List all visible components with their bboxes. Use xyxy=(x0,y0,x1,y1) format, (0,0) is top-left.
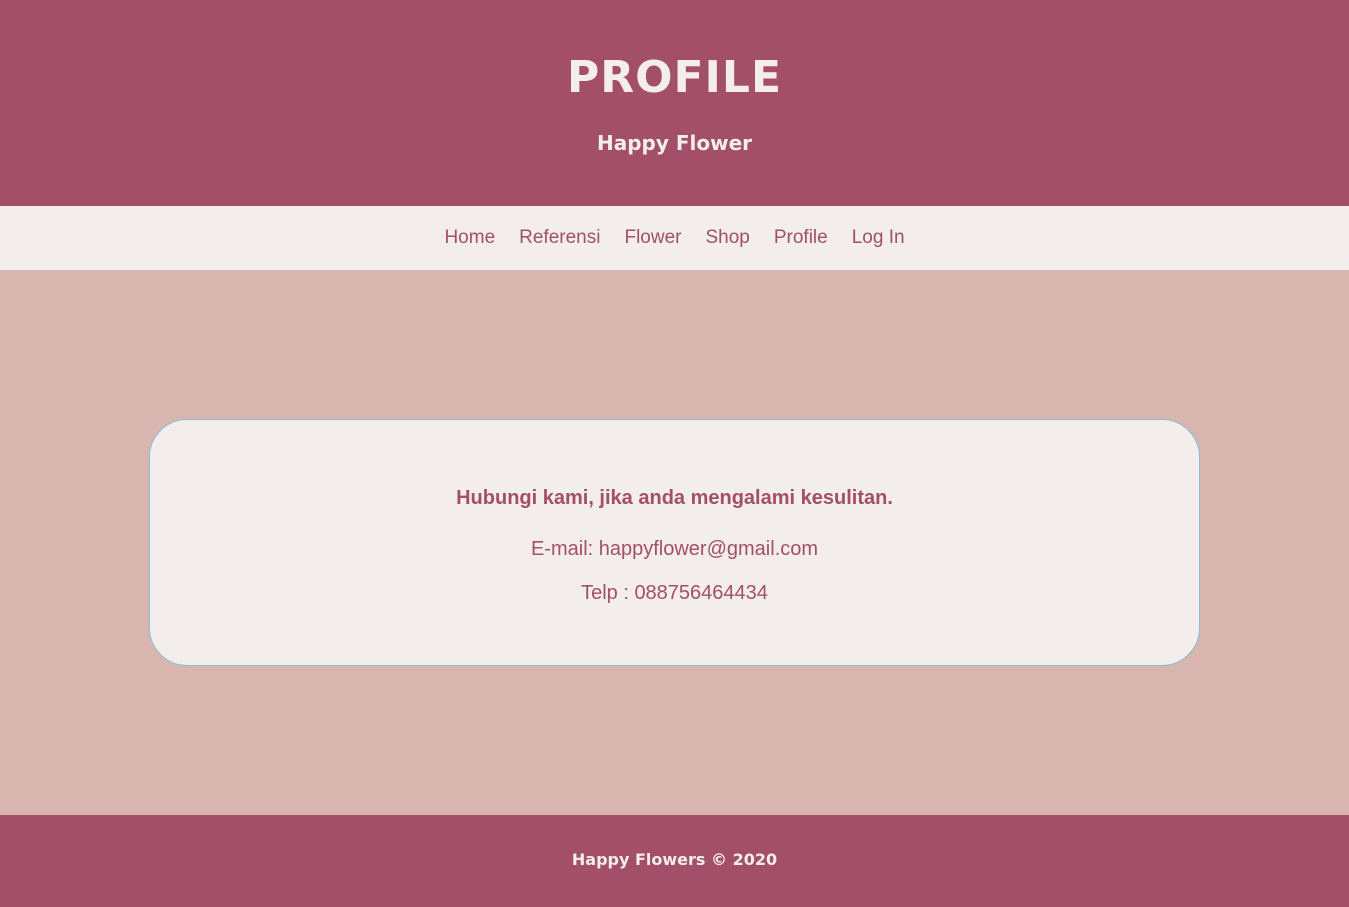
nav-link-home[interactable]: Home xyxy=(444,226,495,250)
nav-link-shop[interactable]: Shop xyxy=(705,226,749,250)
contact-card: Hubungi kami, jika anda mengalami kesuli… xyxy=(149,419,1200,666)
page-title: PROFILE xyxy=(566,52,783,103)
site-subtitle: Happy Flower xyxy=(596,131,753,155)
page-header: PROFILE Happy Flower xyxy=(0,0,1349,206)
footer-copyright: Happy Flowers © 2020 xyxy=(571,850,778,869)
nav-link-flower[interactable]: Flower xyxy=(624,226,681,250)
nav-link-profile[interactable]: Profile xyxy=(774,226,828,250)
contact-email: E-mail: happyflower@gmail.com xyxy=(530,538,819,560)
main-nav: Home Referensi Flower Shop Profile Log I… xyxy=(0,206,1349,270)
nav-link-login[interactable]: Log In xyxy=(852,226,905,250)
page-footer: Happy Flowers © 2020 xyxy=(0,815,1349,907)
contact-heading: Hubungi kami, jika anda mengalami kesuli… xyxy=(456,487,893,509)
contact-phone: Telp : 088756464434 xyxy=(581,582,768,604)
nav-link-referensi[interactable]: Referensi xyxy=(519,226,600,250)
